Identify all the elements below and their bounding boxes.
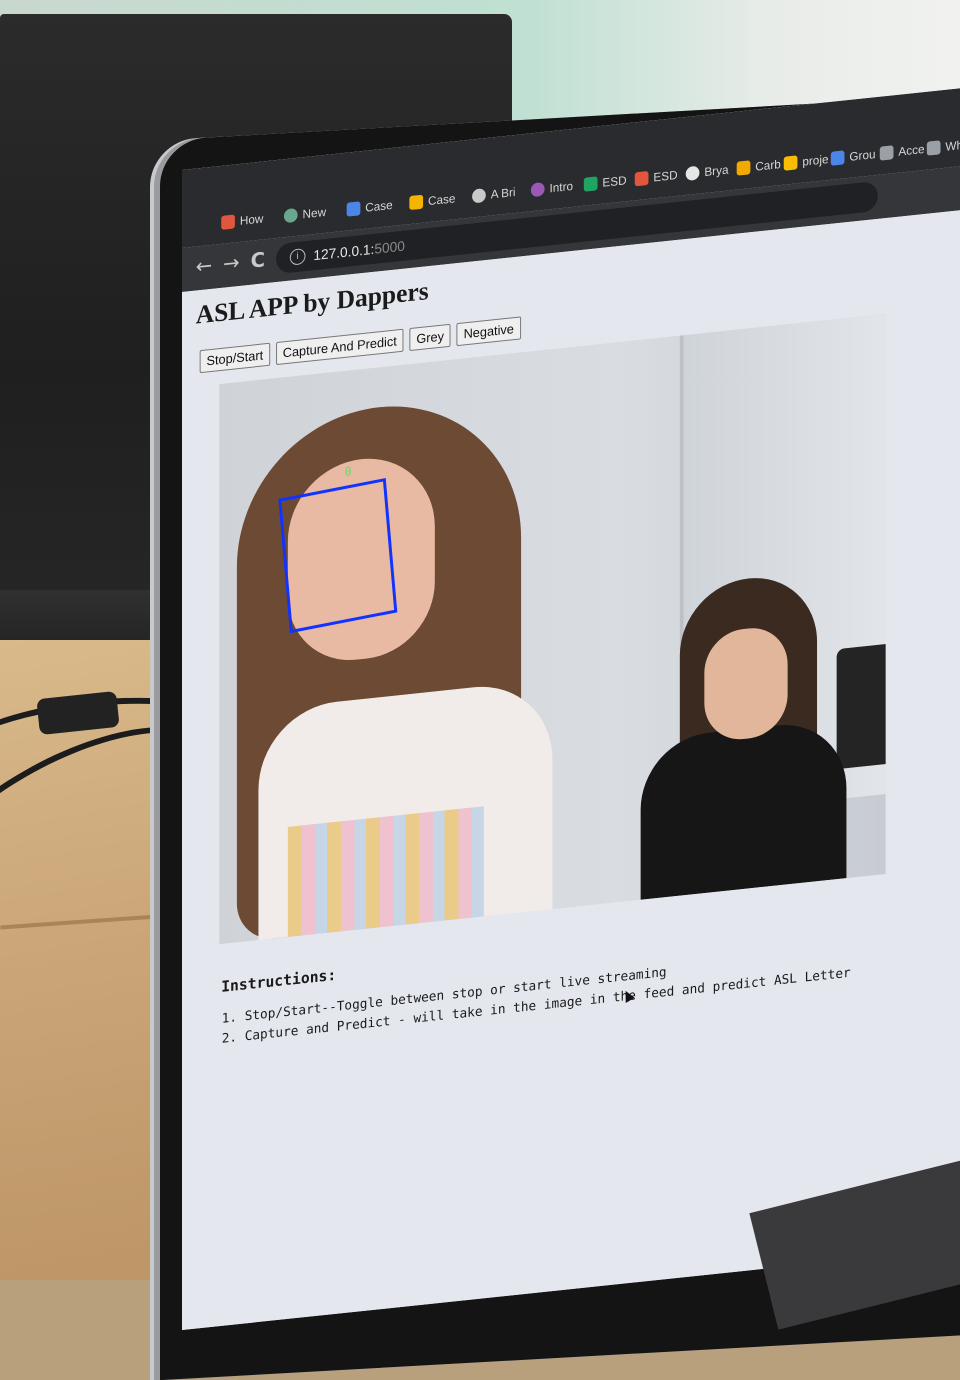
m-icon [736, 160, 751, 176]
circle-icon [530, 181, 545, 198]
drive-icon [583, 176, 598, 192]
shirt-graphic [287, 806, 484, 937]
browser-tab[interactable]: Acce [879, 136, 925, 167]
url-port: 5000 [374, 237, 405, 257]
office-chair [836, 643, 886, 770]
browser-tab[interactable]: Whe [926, 131, 960, 161]
browser-tab[interactable]: A Bri [472, 179, 516, 210]
face-detection-box [278, 478, 398, 634]
laptop-screen: How New Case Case A Bri Intro ESD ESD Br… [182, 83, 960, 1331]
negative-button[interactable]: Negative [456, 316, 521, 347]
browser-tab[interactable]: Case [346, 192, 393, 223]
back-arrow-icon[interactable]: ← [196, 253, 212, 279]
face-detection-label: 0 [344, 464, 352, 479]
docs-icon [830, 150, 845, 166]
multi-color-icon [221, 214, 235, 230]
docs-icon [346, 201, 361, 217]
page-icon [926, 140, 941, 156]
github-icon [685, 165, 700, 182]
browser-tab[interactable]: How [221, 205, 263, 235]
webcam-video-feed: 0 [219, 314, 886, 945]
link-icon [472, 188, 486, 204]
app-icon [634, 170, 649, 187]
stop-start-button[interactable]: Stop/Start [199, 342, 271, 374]
chatgpt-icon [283, 207, 298, 224]
url-host: 127.0.0.1: [313, 240, 375, 264]
capture-predict-button[interactable]: Capture And Predict [275, 328, 404, 366]
browser-tab[interactable]: proje [783, 146, 828, 177]
grey-button[interactable]: Grey [409, 323, 451, 352]
page-icon [879, 145, 894, 161]
browser-tab[interactable]: Case [409, 185, 455, 216]
slides-icon [409, 194, 424, 211]
browser-tab[interactable]: New [283, 199, 326, 229]
browser-tab[interactable]: Brya [685, 157, 729, 187]
reload-icon[interactable]: C [251, 247, 265, 273]
browser-tab[interactable]: Grou [830, 141, 876, 172]
background-person-body [640, 718, 847, 900]
browser-tab[interactable]: ESD [634, 162, 678, 192]
asl-app-page: ASL APP by Dappers Stop/Start Capture An… [182, 205, 960, 1331]
browser-tab[interactable]: Intro [530, 173, 573, 203]
drive-icon [783, 155, 798, 171]
browser-tab[interactable]: ESD [583, 167, 627, 197]
site-info-icon[interactable]: i [289, 248, 306, 266]
browser-tab[interactable]: Carb [736, 151, 781, 182]
forward-arrow-icon[interactable]: → [223, 250, 239, 276]
